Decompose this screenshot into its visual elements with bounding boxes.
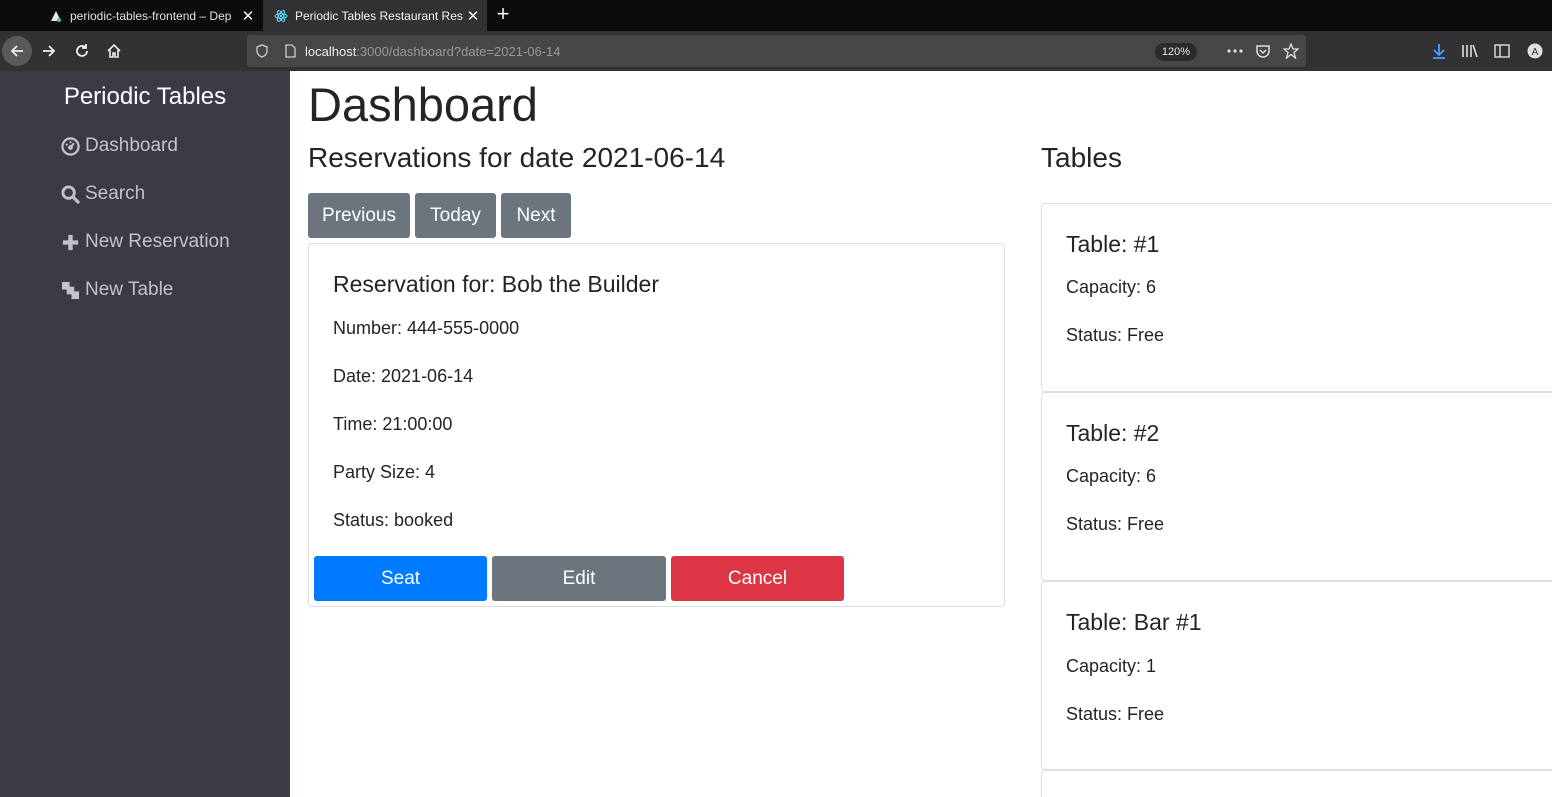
page-icon[interactable] xyxy=(281,42,299,60)
reload-button[interactable] xyxy=(67,36,97,66)
url-text[interactable]: localhost:3000/dashboard?date=2021-06-14 xyxy=(305,44,561,59)
today-button[interactable]: Today xyxy=(415,193,496,238)
sidebar-item-new-table[interactable]: New Table xyxy=(60,275,173,305)
reservation-card: Reservation for: Bob the Builder Number:… xyxy=(308,243,1005,607)
netlify-icon xyxy=(48,8,64,24)
table-status: Status: Free xyxy=(1066,514,1165,534)
star-icon[interactable] xyxy=(1282,42,1300,60)
table-title: Table: #1 xyxy=(1066,231,1160,257)
dashboard-icon xyxy=(60,136,80,156)
shield-icon[interactable] xyxy=(253,42,271,60)
tables-heading: Tables xyxy=(1041,142,1122,173)
pocket-icon[interactable] xyxy=(1254,42,1272,60)
account-icon[interactable]: A xyxy=(1526,42,1544,60)
reservation-time: Time: 21:00:00 xyxy=(333,414,453,434)
page-title: Dashboard xyxy=(308,78,538,131)
table-status: Status: Free xyxy=(1066,704,1165,724)
arrow-left-icon xyxy=(10,45,23,57)
library-icon[interactable] xyxy=(1461,42,1479,60)
reservation-title: Reservation for: Bob the Builder xyxy=(333,271,660,297)
sidebar-item-dashboard[interactable]: Dashboard xyxy=(60,131,178,161)
sidebar-item-label: Dashboard xyxy=(85,135,178,156)
brand-title[interactable]: Periodic Tables xyxy=(0,83,290,111)
plus-icon xyxy=(60,232,80,252)
arrow-right-icon xyxy=(43,45,56,57)
back-button[interactable] xyxy=(2,36,32,66)
sidebar-item-label: New Table xyxy=(85,279,174,300)
previous-button[interactable]: Previous xyxy=(308,193,410,238)
table-card: Table: #2 Capacity: 6 Status: Free xyxy=(1041,392,1552,581)
reload-icon xyxy=(76,44,88,57)
zoom-level[interactable]: 120% xyxy=(1155,43,1197,61)
table-card xyxy=(1041,770,1552,797)
table-capacity: Capacity: 6 xyxy=(1066,466,1157,486)
reservation-number: Number: 444-555-0000 xyxy=(333,318,520,338)
sidebar-item-label: Search xyxy=(85,183,146,204)
sidebar-item-new-reservation[interactable]: New Reservation xyxy=(60,227,230,257)
home-button[interactable] xyxy=(99,36,129,66)
sidebar-item-search[interactable]: Search xyxy=(60,179,145,209)
forward-button[interactable] xyxy=(34,36,64,66)
sidebar-item-label: New Reservation xyxy=(85,231,230,252)
tab-title: periodic-tables-frontend – Dep xyxy=(70,8,232,23)
svg-text:A: A xyxy=(1532,47,1539,58)
close-tab-icon[interactable]: ✕ xyxy=(238,7,258,25)
table-card: Table: Bar #1 Capacity: 1 Status: Free xyxy=(1041,581,1552,770)
search-icon xyxy=(60,184,80,204)
seat-button[interactable]: Seat xyxy=(314,556,487,601)
browser-nav-bar: localhost:3000/dashboard?date=2021-06-14… xyxy=(0,31,1552,71)
browser-tab-netlify[interactable]: periodic-tables-frontend – Dep ✕ xyxy=(38,0,262,31)
browser-tab-bar: periodic-tables-frontend – Dep ✕ Periodi… xyxy=(0,0,1552,31)
sidebar-toggle-icon[interactable] xyxy=(1493,42,1511,60)
reservation-party-size: Party Size: 4 xyxy=(333,462,436,482)
table-status: Status: Free xyxy=(1066,325,1165,345)
table-card: Table: #1 Capacity: 6 Status: Free xyxy=(1041,203,1552,392)
layers-icon xyxy=(60,280,80,300)
reservation-status: Status: booked xyxy=(333,510,454,530)
reservation-date: Date: 2021-06-14 xyxy=(333,366,474,386)
next-button[interactable]: Next xyxy=(501,193,571,238)
table-title: Table: Bar #1 xyxy=(1066,609,1202,635)
more-actions-icon[interactable] xyxy=(1226,42,1244,60)
main-content: Dashboard Reservations for date 2021-06-… xyxy=(290,71,1552,797)
table-capacity: Capacity: 1 xyxy=(1066,656,1157,676)
home-icon xyxy=(107,43,121,58)
table-title: Table: #2 xyxy=(1066,420,1160,446)
sidebar: Periodic Tables Dashboard Search New Res… xyxy=(0,71,290,797)
reservations-heading: Reservations for date 2021-06-14 xyxy=(308,142,726,173)
react-icon xyxy=(273,8,289,24)
download-icon[interactable] xyxy=(1430,42,1448,60)
new-tab-button[interactable]: + xyxy=(493,3,513,27)
browser-tab-periodic-tables[interactable]: Periodic Tables Restaurant Rese ✕ xyxy=(263,0,487,31)
tab-title: Periodic Tables Restaurant Rese xyxy=(295,8,463,23)
cancel-button[interactable]: Cancel xyxy=(671,556,844,601)
close-tab-icon[interactable]: ✕ xyxy=(463,7,483,25)
table-capacity: Capacity: 6 xyxy=(1066,277,1157,297)
url-bar[interactable]: localhost:3000/dashboard?date=2021-06-14… xyxy=(247,35,1306,67)
edit-button[interactable]: Edit xyxy=(492,556,666,601)
